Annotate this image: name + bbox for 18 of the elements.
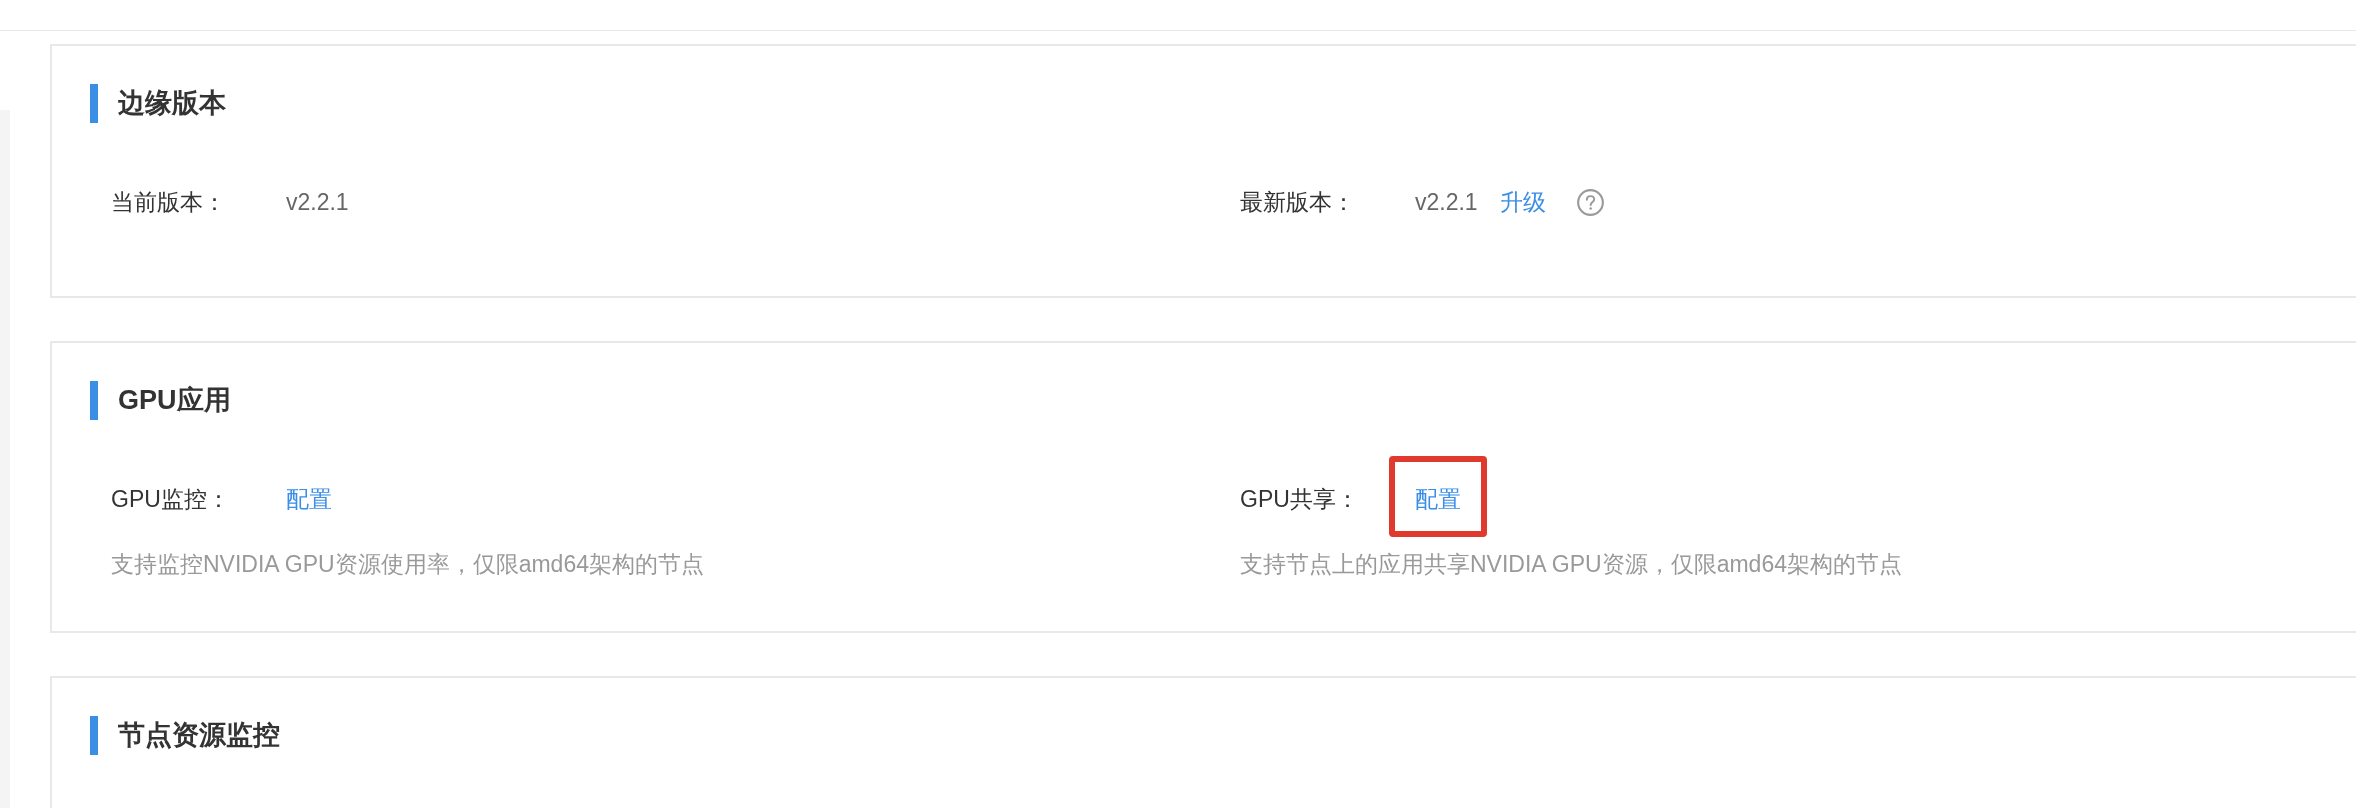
field-value: v2.2.1 (1415, 188, 1478, 217)
configure-link[interactable]: 配置 (286, 486, 332, 512)
section-title: GPU应用 (118, 384, 231, 417)
section-accent-bar (90, 381, 98, 420)
section-title: 边缘版本 (118, 87, 226, 120)
field-label: 当前版本： (111, 188, 227, 217)
field-value: v2.2.1 (286, 188, 349, 217)
help-icon[interactable] (1576, 188, 1604, 216)
section-accent-bar (90, 716, 98, 755)
configure-link[interactable]: 配置 (1415, 486, 1461, 512)
field-label: 最新版本： (1240, 188, 1356, 217)
field-description: 支持节点上的应用共享NVIDIA GPU资源，仅限amd64架构的节点 (1240, 550, 1903, 579)
section-title: 节点资源监控 (118, 719, 280, 752)
section-accent-bar (90, 84, 98, 123)
field-label: GPU监控： (111, 485, 231, 514)
field-description: 支持监控NVIDIA GPU资源使用率，仅限amd64架构的节点 (111, 550, 705, 579)
upgrade-link[interactable]: 升级 (1499, 187, 1546, 217)
field-label: GPU共享： (1240, 485, 1360, 514)
